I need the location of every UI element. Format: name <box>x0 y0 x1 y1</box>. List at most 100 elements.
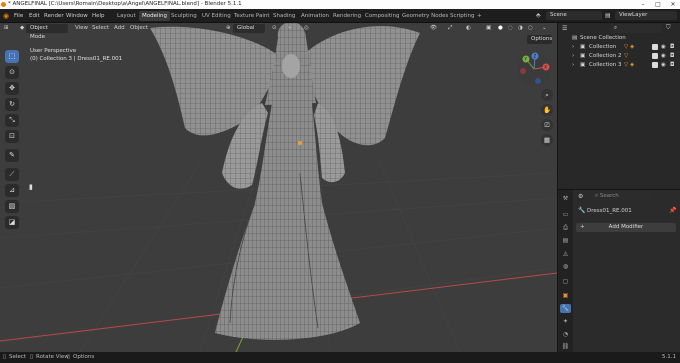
zoom-icon[interactable]: ⌕ <box>541 89 553 101</box>
outliner-search[interactable]: ⌕ <box>610 24 662 33</box>
visibility-icon[interactable]: 👁 <box>430 23 437 34</box>
eye-icon[interactable]: ◉ <box>661 61 666 70</box>
perspective-toggle-icon[interactable]: ▦ <box>541 134 553 146</box>
outliner-row-collection[interactable]: › ▣ Collection ▽ ◈ ◉ ◘ <box>558 43 680 52</box>
menu-render[interactable]: Render <box>44 9 64 23</box>
tab-compositing[interactable]: Compositing <box>362 11 402 21</box>
scene-icon[interactable]: ⬘ <box>536 9 541 23</box>
tool-tab-icon[interactable]: ⚒ <box>560 194 571 203</box>
rotate-tool[interactable]: ↻ <box>5 98 19 111</box>
tab-geometry-nodes[interactable]: Geometry Nodes <box>399 11 451 21</box>
outliner-editor-icon[interactable]: ☰ <box>562 25 567 32</box>
editor-type-icon[interactable]: ⊞ <box>4 23 9 34</box>
select-box-tool[interactable]: ⬚ <box>5 50 19 63</box>
close-icon[interactable]: ✕ <box>666 0 680 9</box>
mouse-left-icon: ▯ <box>3 354 7 360</box>
properties-search[interactable]: ⌕ Search <box>591 192 651 201</box>
pan-hand-icon[interactable]: ✋ <box>541 104 553 116</box>
properties-editor-icon[interactable]: ⚙ <box>578 193 583 200</box>
menu-edit[interactable]: Edit <box>29 9 40 23</box>
ruler-tool[interactable]: ⊿ <box>5 184 19 197</box>
tab-rendering[interactable]: Rendering <box>330 11 364 21</box>
add-modifier-button[interactable]: + Add Modifier <box>576 223 676 232</box>
blender-menu-icon[interactable]: ◉ <box>3 9 9 23</box>
proportional-edit-icon[interactable]: ◎ <box>304 23 309 34</box>
tab-shading[interactable]: Shading <box>270 11 298 21</box>
options-button[interactable]: Options <box>527 35 552 44</box>
camera-icon[interactable]: ◘ <box>670 61 674 70</box>
view-layer-tab-icon[interactable]: ▤ <box>560 236 571 245</box>
add-workspace-button[interactable]: + <box>474 11 485 21</box>
camera-view-icon[interactable]: ⎚ <box>541 119 553 131</box>
shading-dropdown-icon[interactable]: ⌄ <box>542 23 547 34</box>
3d-viewport[interactable]: ⊞ ◆ Object Mode View Select Add Object ⊕… <box>0 23 557 352</box>
transform-tool[interactable]: ⊡ <box>5 130 19 143</box>
shading-wireframe-icon[interactable]: ◌ <box>508 23 513 34</box>
axis-z-label: Z <box>534 54 537 59</box>
view-layer-icon[interactable]: ▤ <box>605 9 611 23</box>
cursor-tool[interactable]: ⊙ <box>5 66 19 79</box>
menu-add[interactable]: Add <box>114 23 125 34</box>
transform-orientation-dropdown[interactable]: Global <box>233 24 265 33</box>
camera-icon[interactable]: ◘ <box>670 52 674 61</box>
expand-arrow-icon[interactable]: › <box>572 52 574 61</box>
add-object-tool[interactable]: ◪ <box>5 216 19 229</box>
tab-uv-editing[interactable]: UV Editing <box>199 11 234 21</box>
world-tab-icon[interactable]: ◍ <box>560 262 571 271</box>
outliner-row-collection-3[interactable]: › ▣ Collection 3 ▽ ◈ ◉ ◘ <box>558 61 680 70</box>
eye-icon[interactable]: ◉ <box>661 52 666 61</box>
exclude-checkbox[interactable] <box>652 53 658 59</box>
expand-arrow-icon[interactable]: › <box>572 61 574 70</box>
snap-icon[interactable]: ⌁ <box>288 23 291 34</box>
expand-arrow-icon[interactable]: › <box>572 43 574 52</box>
shading-material-icon[interactable]: ◑ <box>518 23 523 34</box>
shading-solid-icon[interactable]: ● <box>498 23 503 34</box>
object-tab-icon[interactable]: ▣ <box>560 291 571 300</box>
overlay-icon[interactable]: ◐ <box>466 23 471 34</box>
tab-sculpting[interactable]: Sculpting <box>168 11 200 21</box>
modifier-tab-icon[interactable]: 🔧 <box>560 304 571 313</box>
tab-animation[interactable]: Animation <box>298 11 332 21</box>
move-tool[interactable]: ✥ <box>5 82 19 95</box>
menu-select[interactable]: Select <box>92 23 109 34</box>
scale-tool[interactable]: ⤡ <box>5 114 19 127</box>
view-layer-selector[interactable]: ViewLayer <box>615 11 677 20</box>
eye-icon[interactable]: ◉ <box>661 43 666 52</box>
collection-tab-icon[interactable]: ▢ <box>560 277 571 286</box>
pivot-icon[interactable]: ⊙ <box>272 23 277 34</box>
menu-file[interactable]: File <box>14 9 23 23</box>
menu-window[interactable]: Window <box>66 9 88 23</box>
constraints-tab-icon[interactable]: ⛓ <box>560 342 571 351</box>
tab-layout[interactable]: Layout <box>114 11 139 21</box>
filter-icon[interactable]: ⛉ <box>666 24 671 32</box>
annotate-tool[interactable]: ✎ <box>5 149 19 162</box>
render-tab-icon[interactable]: ▭ <box>560 210 571 219</box>
pin-icon[interactable]: 📌 <box>669 207 676 214</box>
object-type-icons: ▽ <box>624 53 629 59</box>
measure-tool[interactable]: ⟋ <box>5 168 19 181</box>
tab-scripting[interactable]: Scripting <box>447 11 477 21</box>
scene-tab-icon[interactable]: ◬ <box>560 249 571 258</box>
navigation-gizmo[interactable]: X Z Y <box>516 51 552 87</box>
physics-tab-icon[interactable]: ◔ <box>560 330 571 339</box>
exclude-checkbox[interactable] <box>652 44 658 50</box>
menu-help[interactable]: Help <box>92 9 105 23</box>
tab-modeling[interactable]: Modeling <box>139 11 171 21</box>
xray-icon[interactable]: ▣ <box>486 23 491 34</box>
maximize-icon[interactable]: □ <box>651 0 665 9</box>
object-mode-dropdown[interactable]: Object Mode <box>26 24 68 40</box>
camera-icon[interactable]: ◘ <box>670 43 674 52</box>
add-cube-tool[interactable]: ▨ <box>5 200 19 213</box>
shading-rendered-icon[interactable]: ○ <box>528 23 533 34</box>
menu-view[interactable]: View <box>75 23 88 34</box>
scene-selector[interactable]: Scene <box>546 11 602 20</box>
exclude-checkbox[interactable] <box>652 62 658 68</box>
particles-tab-icon[interactable]: ✦ <box>560 317 571 326</box>
outliner-row-collection-2[interactable]: › ▣ Collection 2 ▽ ◉ ◘ <box>558 52 680 61</box>
minimize-icon[interactable]: – <box>636 0 650 9</box>
output-tab-icon[interactable]: ⎙ <box>560 223 571 232</box>
gizmo-icon[interactable]: ⤢ <box>448 23 452 34</box>
menu-object[interactable]: Object <box>130 23 148 34</box>
tab-texture-paint[interactable]: Texture Paint <box>231 11 273 21</box>
outliner-row-scene-collection[interactable]: ▤ Scene Collection <box>558 34 680 43</box>
